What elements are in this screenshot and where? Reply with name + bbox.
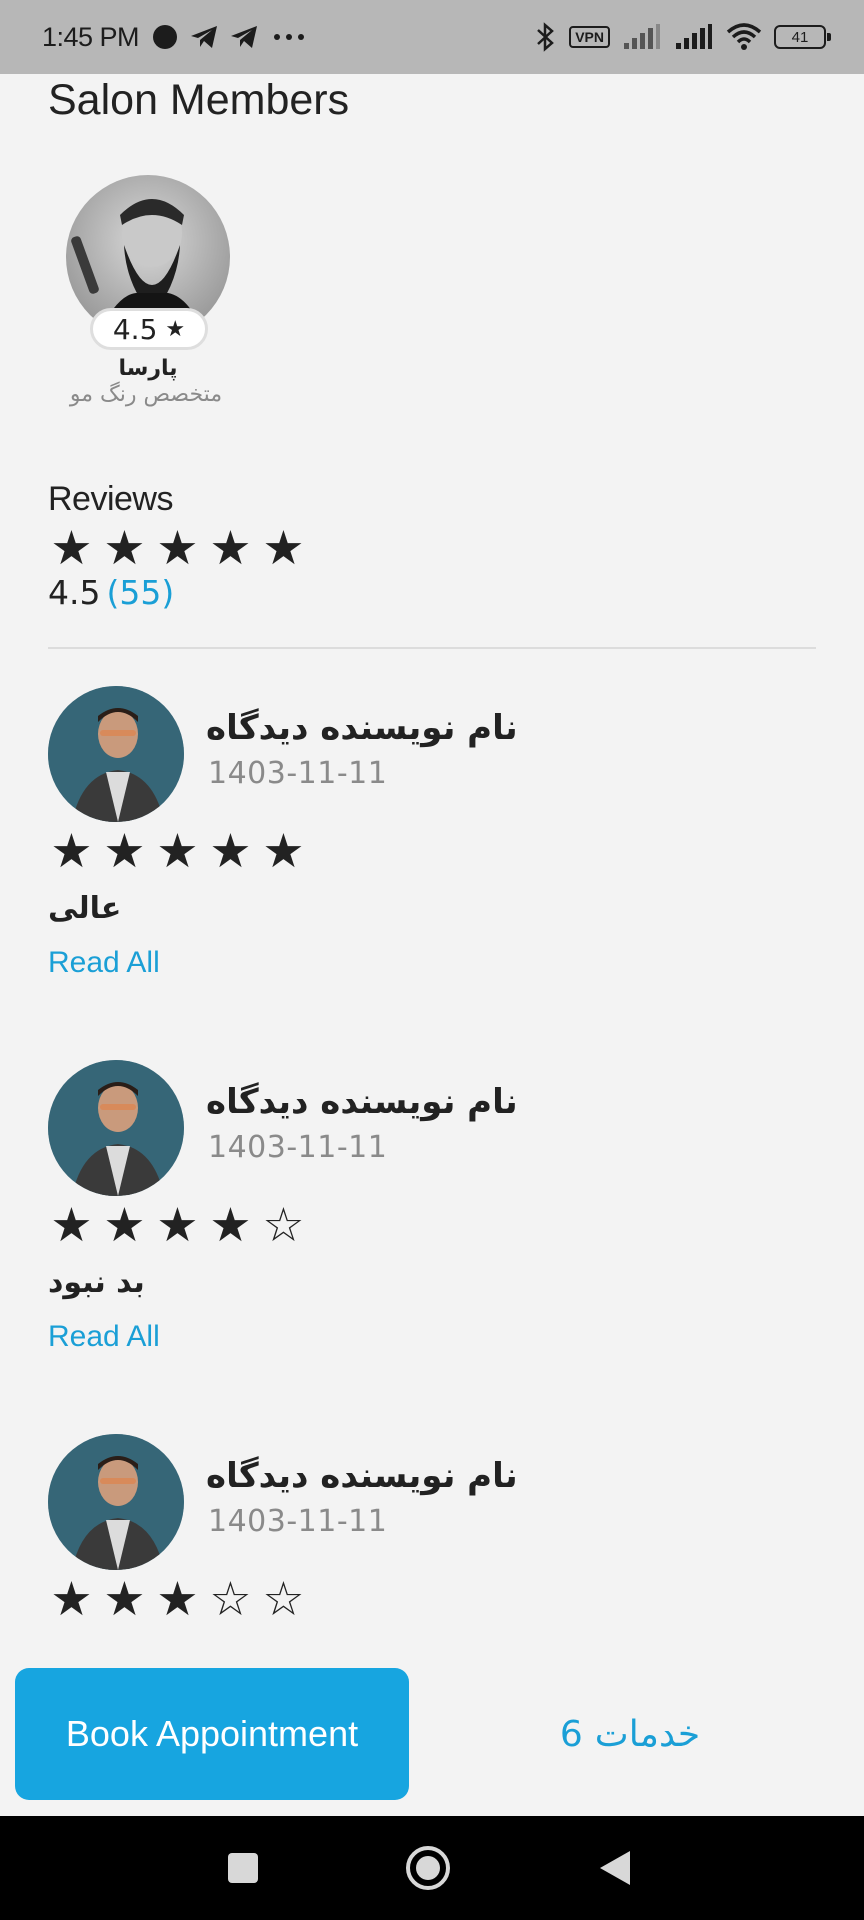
- services-label: خدمات: [594, 1713, 701, 1755]
- system-nav-bar: [0, 1816, 864, 1920]
- status-time: 1:45 PM: [42, 21, 140, 52]
- star-filled-icon: ★: [50, 1198, 93, 1253]
- wifi-icon: [726, 23, 762, 50]
- services-button[interactable]: 6 خدمات: [430, 1668, 830, 1800]
- review-date: 1403-11-11: [208, 756, 388, 791]
- read-all-link[interactable]: Read All: [48, 946, 160, 980]
- system-icons: VPN 41: [533, 22, 831, 52]
- review-author: نام نویسنده دیدگاه: [206, 1082, 518, 1122]
- read-all-link[interactable]: Read All: [48, 1320, 160, 1354]
- services-count: 6: [559, 1713, 583, 1755]
- star-filled-icon: ★: [262, 824, 305, 879]
- review-author: نام نویسنده دیدگاه: [206, 1456, 518, 1496]
- star-filled-icon: ★: [209, 521, 252, 576]
- divider: [48, 647, 816, 649]
- battery-icon: 41: [774, 25, 831, 49]
- signal-icon: [624, 24, 660, 49]
- star-filled-icon: ★: [50, 1572, 93, 1627]
- vpn-badge: VPN: [569, 26, 610, 48]
- star-filled-icon: ★: [156, 1198, 199, 1253]
- star-filled-icon: ★: [209, 1198, 252, 1253]
- status-bar: 1:45 PM VPN 41: [0, 0, 864, 74]
- home-icon[interactable]: [405, 1845, 451, 1891]
- star-filled-icon: ★: [103, 824, 146, 879]
- star-filled-icon: ★: [103, 521, 146, 576]
- star-icon: ★: [165, 316, 186, 342]
- star-filled-icon: ★: [262, 521, 305, 576]
- record-dot-icon: [153, 25, 178, 49]
- reviewer-avatar: [48, 686, 184, 822]
- recent-apps-icon[interactable]: [226, 1851, 260, 1885]
- book-appointment-button[interactable]: Book Appointment: [15, 1668, 409, 1800]
- notification-icons: [151, 23, 309, 51]
- review-star-rating: ★ ★ ★ ★ ★: [48, 828, 307, 875]
- telegram-icon: [231, 26, 258, 48]
- star-filled-icon: ★: [50, 824, 93, 879]
- review-text: بد نبود: [48, 1265, 145, 1300]
- signal-icon: [676, 24, 712, 49]
- member-role: متخصص رنگ مو: [69, 382, 223, 407]
- star-filled-icon: ★: [156, 521, 199, 576]
- star-filled-icon: ★: [156, 1572, 199, 1627]
- reviewer-avatar: [48, 1434, 184, 1570]
- review-item: نام نویسنده دیدگاه 1403-11-11 ★ ★ ★ ★ ★ عالی…: [48, 686, 808, 1016]
- review-star-rating: ★ ★ ★ ★ ☆: [48, 1202, 307, 1249]
- member-rating-badge: 4.5 ★: [90, 308, 208, 350]
- bottom-action-bar: Book Appointment 6 خدمات: [0, 1654, 864, 1816]
- star-filled-icon: ★: [209, 824, 252, 879]
- telegram-icon: [191, 26, 218, 48]
- more-dots-icon: [274, 34, 305, 40]
- review-text: عالی: [48, 891, 122, 926]
- bluetooth-icon: [537, 22, 555, 52]
- review-date: 1403-11-11: [208, 1130, 388, 1165]
- review-author: نام نویسنده دیدگاه: [206, 708, 518, 748]
- star-empty-icon: ☆: [262, 1198, 305, 1253]
- back-icon[interactable]: [598, 1849, 632, 1887]
- page-title: Salon Members: [48, 76, 350, 124]
- star-filled-icon: ★: [156, 824, 199, 879]
- review-star-rating: ★ ★ ★ ☆ ☆: [48, 1576, 307, 1623]
- star-filled-icon: ★: [103, 1198, 146, 1253]
- star-empty-icon: ☆: [262, 1572, 305, 1627]
- reviews-count[interactable]: (55): [106, 573, 174, 612]
- review-item: نام نویسنده دیدگاه 1403-11-11 ★ ★ ★ ★ ☆ بد ن…: [48, 1060, 808, 1390]
- reviews-average: 4.5: [48, 573, 101, 612]
- summary-star-rating: ★ ★ ★ ★ ★: [48, 525, 307, 572]
- member-name: پارسا: [118, 356, 178, 381]
- member-rating-value: 4.5: [112, 312, 158, 346]
- reviewer-avatar: [48, 1060, 184, 1196]
- reviews-summary: 4.5 (55): [48, 573, 174, 612]
- star-empty-icon: ☆: [209, 1572, 252, 1627]
- star-filled-icon: ★: [50, 521, 93, 576]
- star-filled-icon: ★: [103, 1572, 146, 1627]
- review-date: 1403-11-11: [208, 1504, 388, 1539]
- reviews-title: Reviews: [48, 480, 173, 518]
- review-item: نام نویسنده دیدگاه 1403-11-11 ★ ★ ★ ☆ ☆: [48, 1434, 808, 1654]
